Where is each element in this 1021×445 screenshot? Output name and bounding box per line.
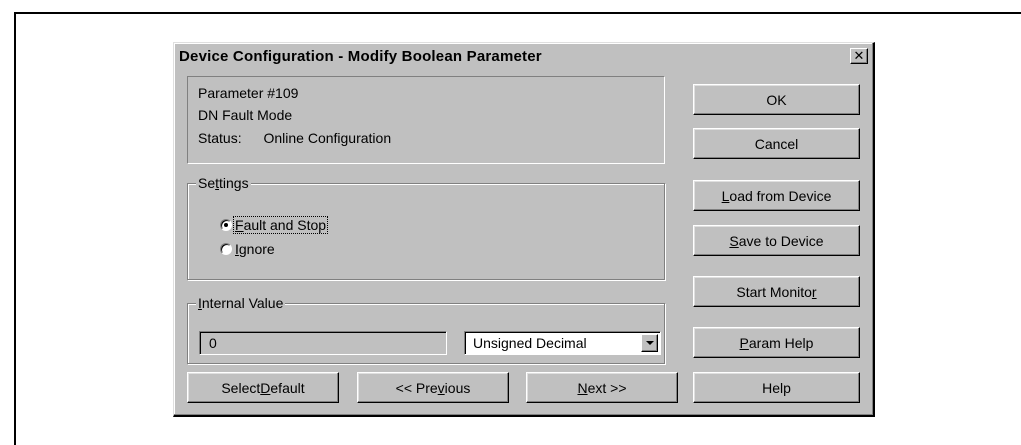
close-button[interactable]: ✕ [850,48,868,64]
value-format-selected: Unsigned Decimal [473,335,587,351]
parameter-number: Parameter #109 [198,85,299,101]
internal-value-field: 0 [199,331,447,355]
select-default-button[interactable]: Select Default [187,372,339,403]
param-help-button[interactable]: Param Help [693,327,860,358]
next-button[interactable]: Next >> [526,372,678,403]
frame-left-border [14,12,16,445]
radio-selected-icon[interactable] [220,219,232,231]
save-to-device-button[interactable]: Save to Device [693,225,860,256]
ok-button[interactable]: OK [693,84,860,115]
status-value: Online Configuration [263,130,392,146]
internal-value-group-label: Internal Value [196,295,286,311]
value-format-select[interactable]: Unsigned Decimal [464,331,661,355]
status-label: Status: [198,130,242,146]
title-bar[interactable]: Device Configuration - Modify Boolean Pa… [177,46,870,68]
modify-boolean-parameter-dialog: Device Configuration - Modify Boolean Pa… [173,42,875,417]
load-from-device-button[interactable]: Load from Device [693,180,860,211]
settings-group: Settings Fault and Stop Ignore [187,175,665,280]
parameter-status: Status: Online Configuration [198,130,391,146]
parameter-name: DN Fault Mode [198,107,293,123]
close-icon: ✕ [853,48,865,63]
radio-ignore[interactable]: Ignore [220,241,276,257]
cancel-button[interactable]: Cancel [693,128,860,159]
frame-top-border [14,12,1021,14]
radio-label-ignore[interactable]: Ignore [234,241,276,257]
radio-fault-and-stop[interactable]: Fault and Stop [220,216,329,234]
parameter-info-panel: Parameter #109 DN Fault Mode Status: Onl… [187,76,665,164]
radio-unselected-icon[interactable] [220,243,232,255]
internal-value-group: Internal Value 0 Unsigned Decimal [187,295,665,364]
help-button[interactable]: Help [693,372,860,403]
previous-button[interactable]: << Pre v ious [357,372,509,403]
chevron-down-icon[interactable] [641,334,658,352]
dialog-title: Device Configuration - Modify Boolean Pa… [179,48,542,65]
settings-group-label: Settings [196,175,251,191]
start-monitor-button[interactable]: Start Monito r [693,276,860,307]
radio-label-fault-and-stop[interactable]: Fault and Stop [232,216,329,234]
